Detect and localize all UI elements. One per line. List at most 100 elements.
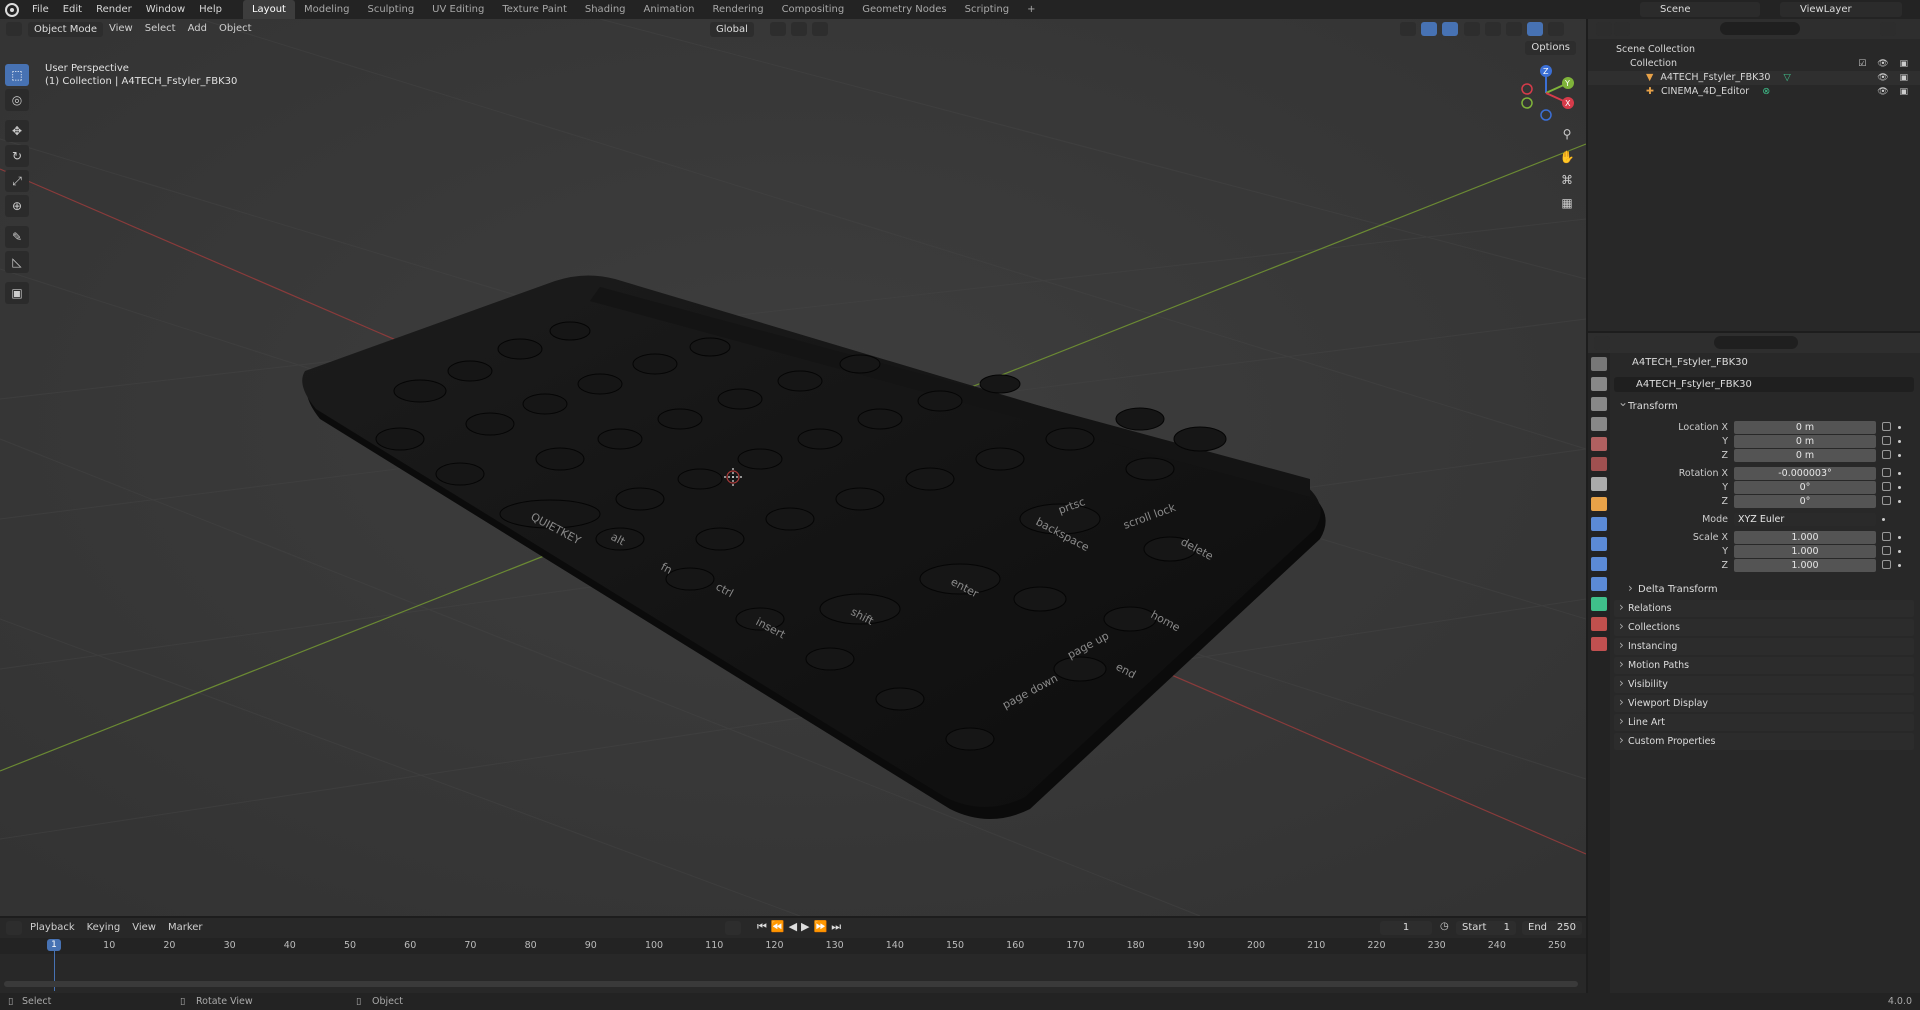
scale-z-field[interactable]: 1.000 xyxy=(1734,559,1876,572)
scene-selector[interactable]: Scene xyxy=(1640,2,1760,17)
location-z-field[interactable]: 0 m xyxy=(1734,449,1876,462)
tab-geometry-nodes[interactable]: Geometry Nodes xyxy=(853,0,955,19)
scale-y-field[interactable]: 1.000 xyxy=(1734,545,1876,558)
menu-help[interactable]: Help xyxy=(192,0,229,19)
tab-layout[interactable]: Layout xyxy=(242,0,295,19)
display-mode-icon[interactable] xyxy=(1614,22,1630,36)
lock-icon[interactable] xyxy=(1882,560,1891,569)
texture-tab-icon[interactable] xyxy=(1591,637,1607,651)
proportional-edit-icon[interactable] xyxy=(812,22,829,36)
3d-viewport[interactable]: QUIETKEY backspace delete home end enter… xyxy=(0,19,1586,916)
lock-icon[interactable] xyxy=(1882,532,1891,541)
view-layer-tab-icon[interactable] xyxy=(1591,417,1607,431)
start-frame-field[interactable]: Start 1 xyxy=(1456,921,1516,935)
rotation-y-field[interactable]: 0° xyxy=(1734,481,1876,494)
visibility-icon[interactable] xyxy=(1400,22,1416,36)
pan-hand-icon[interactable]: ✋ xyxy=(1557,147,1577,167)
collections-panel[interactable]: Collections xyxy=(1614,618,1914,636)
viewport-display-panel[interactable]: Viewport Display xyxy=(1614,694,1914,712)
editor-type-icon[interactable] xyxy=(6,22,22,36)
scale-x-field[interactable]: 1.000 xyxy=(1734,531,1876,544)
clock-icon[interactable]: ◷ xyxy=(1440,921,1449,932)
lock-icon[interactable] xyxy=(1882,482,1891,491)
location-y-field[interactable]: 0 m xyxy=(1734,435,1876,448)
wireframe-shading-icon[interactable] xyxy=(1484,22,1501,36)
solid-shading-icon[interactable] xyxy=(1505,22,1522,36)
menu-window[interactable]: Window xyxy=(139,0,192,19)
menu-edit[interactable]: Edit xyxy=(56,0,89,19)
physics-tab-icon[interactable] xyxy=(1591,557,1607,571)
marker-menu[interactable]: Marker xyxy=(162,918,209,938)
rotation-mode-select[interactable]: XYZ Euler xyxy=(1734,513,1876,526)
outliner-item-cinema4d[interactable]: ✚ CINEMA_4D_Editor ⊗ 👁 ▣ xyxy=(1588,85,1920,99)
tab-scripting[interactable]: Scripting xyxy=(956,0,1018,19)
render-tab-icon[interactable] xyxy=(1591,377,1607,391)
keyframe-dot-icon[interactable] xyxy=(1898,486,1901,489)
gizmo-toggle-icon[interactable] xyxy=(1421,22,1438,36)
zoom-icon[interactable]: ⚲ xyxy=(1557,124,1577,144)
record-icon[interactable] xyxy=(725,921,741,935)
scale-tool-icon[interactable]: ⤢ xyxy=(5,170,29,192)
location-x-field[interactable]: 0 m xyxy=(1734,421,1876,434)
ortho-grid-icon[interactable]: ▦ xyxy=(1557,193,1577,213)
menu-file[interactable]: File xyxy=(25,0,56,19)
tab-sculpting[interactable]: Sculpting xyxy=(358,0,423,19)
outliner-item-keyboard[interactable]: ▼ A4TECH_Fstyler_FBK30 ▽ 👁 ▣ xyxy=(1588,71,1920,85)
snap-icon[interactable] xyxy=(791,22,808,36)
delta-transform-panel[interactable]: Delta Transform xyxy=(1624,580,1914,598)
object-name-field[interactable]: A4TECH_Fstyler_FBK30 xyxy=(1614,377,1914,392)
scene-tab-icon[interactable] xyxy=(1591,437,1607,451)
select-menu[interactable]: Select xyxy=(139,19,182,39)
keyframe-dot-icon[interactable] xyxy=(1898,500,1901,503)
visibility-panel[interactable]: Visibility xyxy=(1614,675,1914,693)
tab-texture-paint[interactable]: Texture Paint xyxy=(493,0,576,19)
outliner-editor-icon[interactable] xyxy=(1596,22,1612,36)
properties-editor-icon[interactable] xyxy=(1594,336,1610,350)
tab-compositing[interactable]: Compositing xyxy=(773,0,854,19)
add-cube-tool-icon[interactable]: ▣ xyxy=(5,282,29,304)
options-button[interactable]: Options xyxy=(1525,41,1576,55)
current-frame-field[interactable]: 1 xyxy=(1380,921,1432,935)
camera-view-icon[interactable]: ⌘ xyxy=(1557,170,1577,190)
object-menu[interactable]: Object xyxy=(213,19,258,39)
keyframe-dot-icon[interactable] xyxy=(1898,454,1901,457)
xray-icon[interactable] xyxy=(1463,22,1480,36)
custom-properties-panel[interactable]: Custom Properties xyxy=(1614,732,1914,750)
object-mode-select[interactable]: Object Mode xyxy=(28,21,103,37)
keyframe-dot-icon[interactable] xyxy=(1898,564,1901,567)
motion-paths-panel[interactable]: Motion Paths xyxy=(1614,656,1914,674)
collection-visibility-icons[interactable]: ☑ 👁 ▣ xyxy=(1858,57,1912,71)
item-visibility-icons[interactable]: 👁 ▣ xyxy=(1877,85,1912,99)
select-box-icon[interactable]: ⬚ xyxy=(5,64,29,86)
tab-rendering[interactable]: Rendering xyxy=(703,0,772,19)
lock-icon[interactable] xyxy=(1882,450,1891,459)
navigation-gizmo[interactable]: Z Y X xyxy=(1516,63,1576,123)
menu-render[interactable]: Render xyxy=(89,0,139,19)
rendered-shading-icon[interactable] xyxy=(1548,22,1565,36)
frame-ruler[interactable]: 10 20 30 40 50 60 70 80 90 100 110 120 130 140 150 160 1… xyxy=(0,938,1586,954)
view-menu[interactable]: View xyxy=(126,918,162,938)
material-shading-icon[interactable] xyxy=(1527,22,1544,36)
particles-tab-icon[interactable] xyxy=(1591,537,1607,551)
playback-controls[interactable]: ⏮⏪◀▶⏩⏭ xyxy=(757,920,845,934)
lock-icon[interactable] xyxy=(1882,546,1891,555)
blender-logo-icon[interactable] xyxy=(5,2,19,17)
rotate-tool-icon[interactable]: ↻ xyxy=(5,145,29,167)
filter-icon[interactable] xyxy=(1880,22,1896,36)
object-tab-icon[interactable] xyxy=(1591,497,1607,511)
move-tool-icon[interactable]: ✥ xyxy=(5,120,29,142)
outliner-search-input[interactable] xyxy=(1720,22,1800,35)
outliner-scene-collection[interactable]: Scene Collection xyxy=(1588,43,1920,57)
timeline-editor-icon[interactable] xyxy=(6,921,22,935)
view-layer-selector[interactable]: ViewLayer xyxy=(1780,2,1902,17)
cursor-tool-icon[interactable]: ◎ xyxy=(5,89,29,111)
data-tab-icon[interactable] xyxy=(1591,597,1607,611)
lock-icon[interactable] xyxy=(1882,496,1891,505)
material-tab-icon[interactable] xyxy=(1591,617,1607,631)
add-menu[interactable]: Add xyxy=(182,19,213,39)
view-menu[interactable]: View xyxy=(103,19,139,39)
annotate-tool-icon[interactable]: ✎ xyxy=(5,226,29,248)
tab-shading[interactable]: Shading xyxy=(576,0,635,19)
tool-tab-icon[interactable] xyxy=(1591,357,1607,371)
lock-icon[interactable] xyxy=(1882,436,1891,445)
